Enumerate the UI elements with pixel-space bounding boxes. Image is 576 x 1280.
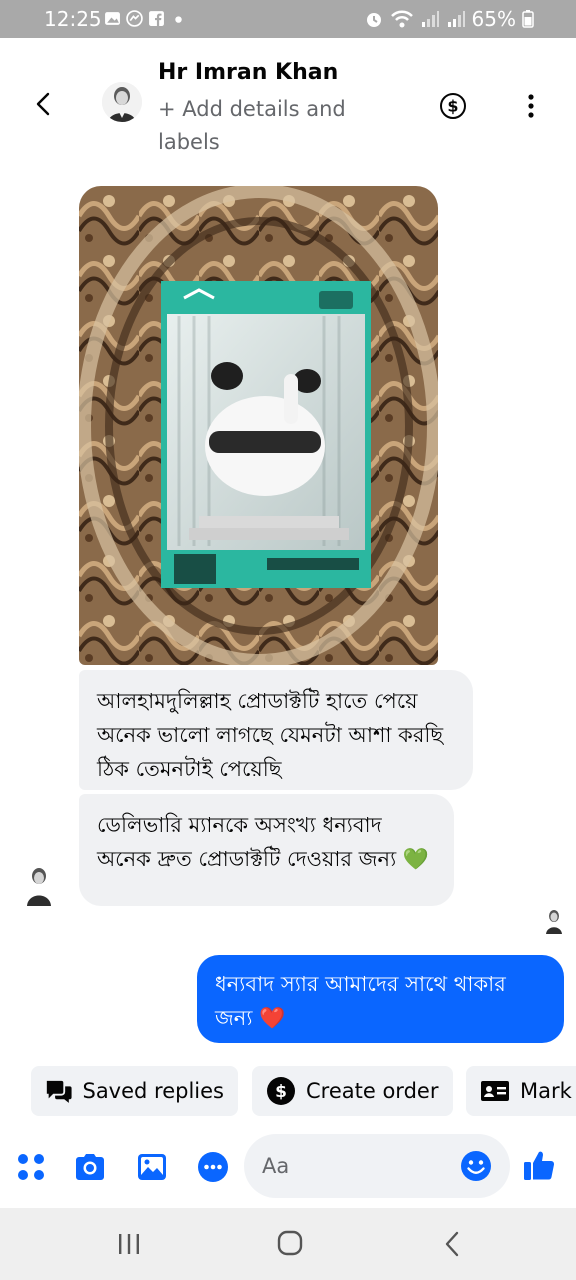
status-bar: 12:25 65% bbox=[0, 0, 576, 38]
status-time: 12:25 bbox=[44, 7, 102, 31]
contact-name[interactable]: Hr Imran Khan bbox=[158, 60, 338, 85]
add-details-link[interactable]: + Add details and labels bbox=[158, 93, 368, 159]
facebook-icon bbox=[149, 11, 164, 26]
chip-label: Mark bbox=[520, 1079, 572, 1103]
chip-label: Create order bbox=[306, 1079, 439, 1103]
emoji-icon[interactable] bbox=[460, 1150, 492, 1182]
system-back-icon[interactable] bbox=[442, 1230, 462, 1258]
messenger-notification-icon bbox=[126, 10, 143, 27]
chat-bubbles-icon bbox=[46, 1080, 72, 1103]
saved-replies-chip[interactable]: Saved replies bbox=[31, 1066, 238, 1116]
contact-avatar[interactable] bbox=[102, 82, 142, 122]
camera-icon[interactable] bbox=[73, 1150, 107, 1184]
more-options-icon[interactable] bbox=[520, 92, 542, 120]
message-text: আলহামদুলিল্লাহ প্রোডাক্টটি হাতে পেয়ে অন… bbox=[97, 689, 444, 781]
signal-icon-2 bbox=[447, 11, 465, 27]
photo-message[interactable] bbox=[79, 186, 438, 665]
red-heart-emoji: ❤️ bbox=[259, 1006, 286, 1030]
battery-icon bbox=[522, 10, 534, 28]
back-arrow-icon[interactable] bbox=[28, 88, 60, 120]
mark-chip[interactable]: Mark bbox=[466, 1066, 576, 1116]
outgoing-message[interactable]: ধন্যবাদ স্যার আমাদের সাথে থাকার জন্য ❤️ bbox=[197, 955, 564, 1043]
create-order-chip[interactable]: $ Create order bbox=[252, 1066, 453, 1116]
incoming-message[interactable]: ডেলিভারি ম্যানকে অসংখ্য ধন্যবাদ অনেক দ্র… bbox=[79, 794, 454, 906]
earbuds-product-photo bbox=[79, 186, 438, 665]
apps-grid-icon[interactable] bbox=[14, 1150, 48, 1184]
sender-avatar[interactable] bbox=[24, 864, 54, 906]
dollar-icon[interactable]: $ bbox=[439, 92, 467, 120]
notification-icons bbox=[104, 10, 187, 27]
message-text: ডেলিভারি ম্যানকে অসংখ্য ধন্যবাদ অনেক দ্র… bbox=[97, 813, 397, 871]
signal-icon-1 bbox=[421, 11, 439, 27]
message-composer bbox=[0, 1132, 576, 1204]
status-right: 65% bbox=[364, 7, 534, 31]
more-chat-icon[interactable] bbox=[196, 1150, 230, 1184]
gallery-icon bbox=[105, 12, 120, 25]
dot-icon bbox=[175, 16, 182, 23]
green-heart-emoji: 💚 bbox=[402, 847, 429, 871]
svg-text:$: $ bbox=[275, 1082, 287, 1102]
dollar-icon: $ bbox=[267, 1077, 295, 1105]
wifi-icon bbox=[390, 10, 413, 28]
contact-card-icon bbox=[481, 1081, 509, 1101]
recent-apps-icon[interactable] bbox=[117, 1232, 141, 1256]
quick-reply-chips: Saved replies $ Create order Mark bbox=[0, 1066, 576, 1118]
gallery-icon[interactable] bbox=[135, 1150, 169, 1184]
incoming-message[interactable]: আলহামদুলিল্লাহ প্রোডাক্টটি হাতে পেয়ে অন… bbox=[79, 670, 473, 790]
home-icon[interactable] bbox=[277, 1230, 303, 1256]
battery-percent: 65% bbox=[471, 7, 516, 31]
thumbs-up-icon[interactable] bbox=[522, 1148, 556, 1182]
system-navigation-bar bbox=[0, 1208, 576, 1280]
svg-text:$: $ bbox=[447, 97, 458, 116]
conversation-header: Hr Imran Khan + Add details and labels $ bbox=[0, 38, 576, 168]
message-thread: আলহামদুলিল্লাহ প্রোডাক্টটি হাতে পেয়ে অন… bbox=[0, 168, 576, 1058]
read-receipt-avatar bbox=[545, 908, 563, 934]
alarm-icon bbox=[366, 13, 381, 27]
chip-label: Saved replies bbox=[82, 1079, 224, 1103]
